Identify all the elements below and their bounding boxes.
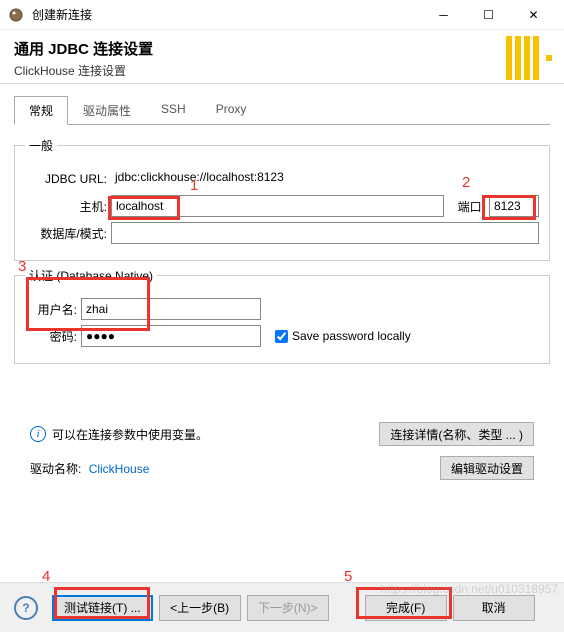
fieldset-auth: 认证 (Database Native) 用户名: 密码: Save passw… <box>14 267 550 364</box>
watermark: https://blog.csdn.net/u010318957 <box>381 582 558 596</box>
info-icon: i <box>30 426 46 442</box>
cancel-button[interactable]: 取消 <box>453 595 535 621</box>
finish-button[interactable]: 完成(F) <box>365 595 447 621</box>
tabs: 常规 驱动属性 SSH Proxy <box>14 96 550 125</box>
maximize-button[interactable]: ☐ <box>466 0 511 30</box>
jdbc-url-label: JDBC URL: <box>25 172 111 186</box>
header: 通用 JDBC 连接设置 ClickHouse 连接设置 <box>0 30 564 84</box>
window-title: 创建新连接 <box>32 6 413 23</box>
edit-driver-button[interactable]: 编辑驱动设置 <box>440 456 534 480</box>
back-button[interactable]: <上一步(B) <box>159 595 241 621</box>
panel-general: 一般 JDBC URL: jdbc:clickhouse://localhost… <box>0 125 564 492</box>
user-input[interactable] <box>81 298 261 320</box>
driver-name-label: 驱动名称: <box>30 462 81 476</box>
page-subtitle: ClickHouse 连接设置 <box>14 62 550 79</box>
page-title: 通用 JDBC 连接设置 <box>14 38 550 59</box>
dbschema-input[interactable] <box>111 222 539 244</box>
save-password-label: Save password locally <box>292 329 411 343</box>
user-label: 用户名: <box>25 301 81 318</box>
clickhouse-logo <box>506 36 552 80</box>
info-tip: 可以在连接参数中使用变量。 <box>52 426 208 443</box>
driver-name-value[interactable]: ClickHouse <box>89 462 150 476</box>
minimize-button[interactable]: ─ <box>421 0 466 30</box>
host-input[interactable] <box>111 195 444 217</box>
fieldset-auth-label: 认证 (Database Native) <box>25 267 157 284</box>
test-connection-button[interactable]: 测试链接(T) ... <box>52 595 153 621</box>
jdbc-url-value: jdbc:clickhouse://localhost:8123 <box>111 168 539 190</box>
save-password-checkbox[interactable] <box>275 330 288 343</box>
host-label: 主机: <box>25 198 111 215</box>
close-button[interactable]: ✕ <box>511 0 556 30</box>
port-input[interactable] <box>489 195 539 217</box>
password-label: 密码: <box>25 328 81 345</box>
help-icon[interactable]: ? <box>14 596 38 620</box>
window-buttons: ─ ☐ ✕ <box>421 0 556 30</box>
port-label: 端口: <box>444 198 489 215</box>
fieldset-general-label: 一般 <box>25 137 57 154</box>
tab-general[interactable]: 常规 <box>14 96 68 125</box>
tab-driver-props[interactable]: 驱动属性 <box>68 96 146 125</box>
titlebar: 创建新连接 ─ ☐ ✕ <box>0 0 564 30</box>
app-icon <box>8 7 24 23</box>
fieldset-general: 一般 JDBC URL: jdbc:clickhouse://localhost… <box>14 137 550 261</box>
dbschema-label: 数据库/模式: <box>25 225 111 242</box>
tab-proxy[interactable]: Proxy <box>201 96 262 125</box>
tab-ssh[interactable]: SSH <box>146 96 201 125</box>
connection-details-button[interactable]: 连接详情(名称、类型 ... ) <box>379 422 534 446</box>
password-input[interactable] <box>81 325 261 347</box>
next-button[interactable]: 下一步(N)> <box>247 595 329 621</box>
